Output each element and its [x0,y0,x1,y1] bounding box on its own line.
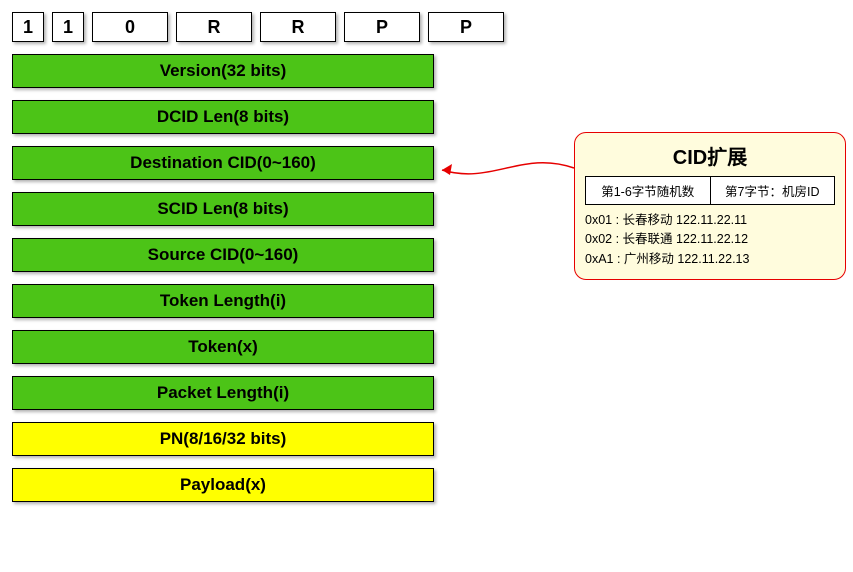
field-dcid: Destination CID(0~160) [12,146,434,180]
bit-5: P [344,12,420,42]
field-token: Token(x) [12,330,434,364]
callout-line-3: 0xA1 : 广州移动 122.11.22.13 [585,250,835,269]
bit-1: 1 [52,12,84,42]
field-packet-len: Packet Length(i) [12,376,434,410]
bit-3: R [176,12,252,42]
callout-list: 0x01 : 长春移动 122.11.22.11 0x02 : 长春联通 122… [585,211,835,269]
bit-0: 1 [12,12,44,42]
callout-line-1: 0x01 : 长春移动 122.11.22.11 [585,211,835,230]
field-pn: PN(8/16/32 bits) [12,422,434,456]
cid-extension-callout: CID扩展 第1-6字节随机数 第7字节：机房ID 0x01 : 长春移动 12… [574,132,846,280]
packet-diagram: 1 1 0 R R P P Version(32 bits) DCID Len(… [12,12,841,502]
header-bits-row: 1 1 0 R R P P [12,12,841,42]
bit-6: P [428,12,504,42]
callout-arrow [432,150,582,190]
callout-col-1: 第1-6字节随机数 [586,177,711,204]
callout-col-2: 第7字节：机房ID [711,177,835,204]
callout-table: 第1-6字节随机数 第7字节：机房ID [585,176,835,205]
bit-4: R [260,12,336,42]
field-scid-len: SCID Len(8 bits) [12,192,434,226]
callout-title: CID扩展 [585,141,835,170]
callout-line-2: 0x02 : 长春联通 122.11.22.12 [585,230,835,249]
field-payload: Payload(x) [12,468,434,502]
bit-2: 0 [92,12,168,42]
field-version: Version(32 bits) [12,54,434,88]
field-dcid-len: DCID Len(8 bits) [12,100,434,134]
field-scid: Source CID(0~160) [12,238,434,272]
field-token-len: Token Length(i) [12,284,434,318]
